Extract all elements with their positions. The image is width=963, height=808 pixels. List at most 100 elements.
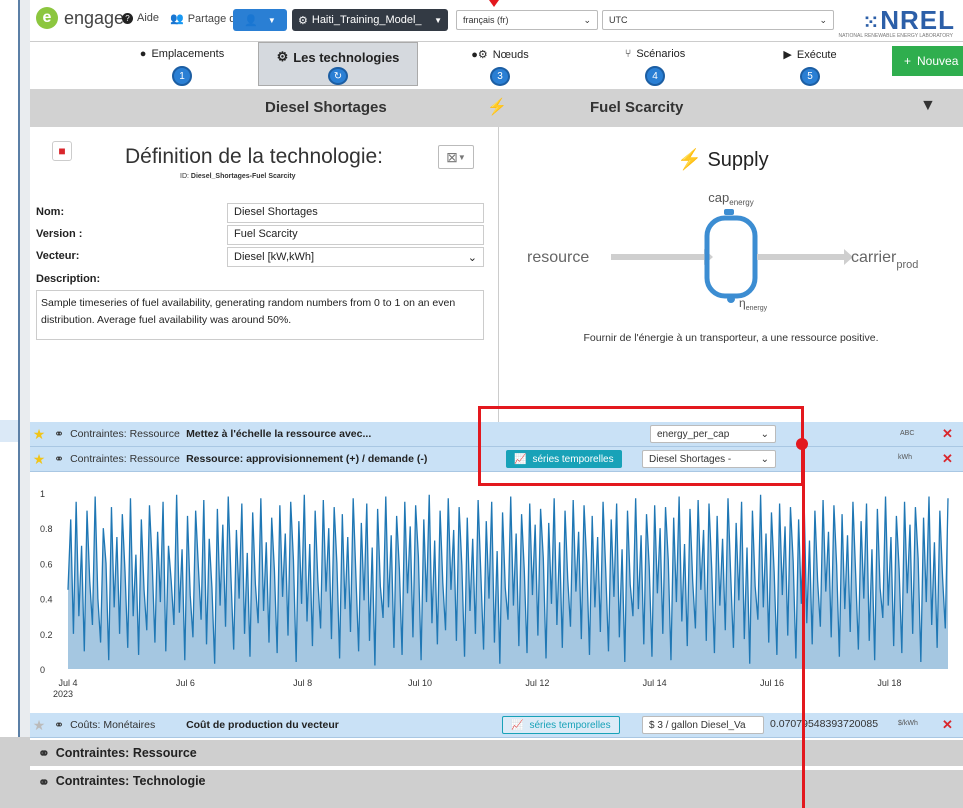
name-label: Nom: — [36, 206, 65, 218]
adjacent-highlight — [0, 420, 18, 442]
cap-text: cap — [708, 190, 729, 205]
tab-noeuds[interactable]: ●⚙ Nœuds 3 — [440, 42, 560, 86]
workflow-tabs: ● Emplacements 1 ⚙ Les technologies ↻ ●⚙ Nœ… — [30, 41, 963, 90]
x-tick-label: Jul 14 — [643, 678, 667, 688]
tab-execute[interactable]: ▶ Exécute 5 — [750, 42, 870, 86]
description-textarea[interactable]: Sample timeseries of fuel availability, … — [36, 290, 484, 340]
timeseries-chart: 0 0.2 0.4 0.6 0.8 1 Jul 4 Jul 6 Jul 8 Jul 10 Jul 1… — [30, 473, 963, 711]
image-select-button[interactable]: ⊠ ▼ — [438, 145, 474, 169]
remove-x-icon[interactable]: ✕ — [942, 426, 953, 442]
tab-label: Exécute — [796, 48, 837, 61]
remove-x-icon[interactable]: ✕ — [942, 717, 953, 733]
y-tick-label: 0.6 — [40, 559, 53, 569]
section-resource-constraints[interactable]: ⚭ Contraintes: Ressource — [30, 740, 963, 766]
annotation-box — [478, 406, 804, 486]
cost-select[interactable]: $ 3 / gallon Diesel_Va — [642, 716, 764, 734]
language-select[interactable]: français (fr) ⌄ — [456, 10, 598, 30]
timeseries-button[interactable]: 📈 séries temporelles — [502, 716, 620, 734]
star-icon[interactable]: ★ — [32, 451, 46, 468]
chart-line-icon: 📈 — [511, 719, 524, 731]
carrier-value: Diesel [kW,kWh] — [234, 251, 315, 263]
cost-name: Coût de production du vecteur — [186, 719, 339, 731]
cost-row[interactable]: ★ ⚭ Coûts: Monétaires Coût de production… — [30, 713, 963, 738]
chevron-down-icon: ⌄ — [819, 14, 827, 25]
annotation-dot — [796, 438, 808, 450]
annotation-arrow — [489, 0, 499, 7]
gears-icon: ⚙ — [298, 14, 308, 27]
new-button[interactable]: + Nouvea — [892, 46, 963, 76]
chevron-down-icon: ⌄ — [583, 14, 591, 25]
eta-text: η — [739, 296, 746, 310]
section-label: Contraintes: Technologie — [55, 774, 206, 788]
collapse-caret-icon[interactable]: ▼ — [920, 97, 936, 115]
logo-text: engage — [64, 7, 125, 28]
name-input[interactable]: Diesel Shortages — [227, 203, 484, 223]
y-tick-label: 1 — [40, 489, 45, 499]
logo[interactable]: e engage — [36, 7, 124, 29]
model-name: Haiti_Training_Model_ — [311, 14, 422, 26]
step-badge: 3 — [490, 67, 510, 86]
link-icon: ⚭ — [54, 427, 65, 441]
eta-sub: energy — [746, 305, 768, 312]
timeseries-label: séries temporelles — [529, 719, 611, 731]
id-value: Diesel_Shortages-Fuel Scarcity — [190, 173, 296, 180]
section-label: Contraintes: Ressource — [55, 746, 197, 760]
select-value: $ 3 / gallon Diesel_Va — [649, 719, 746, 731]
link-icon: ⚭ — [54, 718, 65, 732]
star-icon[interactable]: ★ — [32, 426, 46, 443]
annotation-line — [802, 444, 805, 808]
play-icon: ▶ — [783, 49, 792, 61]
timeseries-chart-svg: 0 0.2 0.4 0.6 0.8 1 Jul 4 Jul 6 Jul 8 Jul 10 Jul 1… — [40, 489, 949, 699]
top-bar: e engage ? Aide 👥 Partage du modèle 👤 ▼ … — [30, 5, 963, 41]
x-tick-label: Jul 18 — [877, 678, 901, 688]
carrier-label: carrierprod — [851, 249, 918, 271]
model-select-button[interactable]: ⚙ Haiti_Training_Model_ ▼ — [292, 9, 448, 31]
cap-sub: energy — [729, 198, 753, 207]
nrel-mark-icon: ⁙ — [862, 12, 881, 34]
caret-down-icon: ▼ — [434, 15, 442, 25]
tab-emplacements[interactable]: ● Emplacements 1 — [122, 42, 242, 86]
y-tick-label: 0.2 — [40, 630, 53, 640]
section-technology-constraints[interactable]: ⚭ Contraintes: Technologie — [30, 770, 963, 808]
y-tick-label: 0 — [40, 665, 45, 675]
nrel-logo: ⁙NREL — [862, 5, 955, 36]
x-tick-label: Jul 10 — [408, 678, 432, 688]
tab-label: Les technologies — [293, 49, 400, 65]
caret-down-icon: ▼ — [267, 15, 276, 25]
series-area — [68, 494, 948, 669]
delete-button[interactable]: ■ — [52, 141, 72, 161]
help-link[interactable]: ? Aide — [122, 12, 159, 24]
star-icon[interactable]: ★ — [32, 717, 46, 734]
tab-technologies[interactable]: ⚙ Les technologies ↻ — [258, 42, 418, 86]
x-tick-label: Jul 12 — [525, 678, 549, 688]
constraint-type: Contraintes: Ressource — [70, 428, 180, 440]
tab-scenarios[interactable]: ⑂ Scénarios 4 — [590, 42, 720, 86]
link-icon: ⚭ — [38, 744, 50, 761]
version-input[interactable]: Fuel Scarcity — [227, 225, 484, 245]
constraint-name: Ressource: approvisionnement (+) / deman… — [186, 453, 428, 465]
constraint-name: Mettez à l'échelle la ressource avec... — [186, 428, 372, 440]
link-icon: ⚭ — [38, 774, 50, 790]
unit-label: ABC — [900, 430, 915, 437]
nrel-text: NREL — [880, 5, 955, 35]
carrier-text: carrier — [851, 249, 897, 266]
x-year-label: 2023 — [53, 689, 73, 699]
technology-title-bar: Diesel Shortages ⚡ Fuel Scarcity ▼ — [30, 89, 963, 128]
x-tick-label: Jul 6 — [176, 678, 195, 688]
supply-heading: ⚡ Supply — [677, 147, 769, 172]
user-icon: 👤 — [244, 14, 258, 27]
remove-x-icon[interactable]: ✕ — [942, 451, 953, 467]
timezone-select[interactable]: UTC ⌄ — [602, 10, 834, 30]
resource-label: resource — [527, 249, 589, 266]
timezone-value: UTC — [609, 15, 628, 25]
carrier-select[interactable]: Diesel [kW,kWh] ⌄ — [227, 247, 484, 267]
tab-label: Emplacements — [151, 48, 225, 60]
y-tick-label: 0.4 — [40, 595, 53, 605]
map-marker-icon: ● — [139, 48, 147, 60]
user-menu-button[interactable]: 👤 ▼ — [233, 9, 287, 31]
cap-label: capenergy — [708, 190, 753, 207]
language-value: français (fr) — [463, 15, 509, 25]
technology-version: Fuel Scarcity — [590, 99, 684, 116]
engage-logo-icon: e — [36, 7, 58, 29]
supply-diagram: capenergy resource carrierprod ηenergy — [527, 190, 918, 312]
